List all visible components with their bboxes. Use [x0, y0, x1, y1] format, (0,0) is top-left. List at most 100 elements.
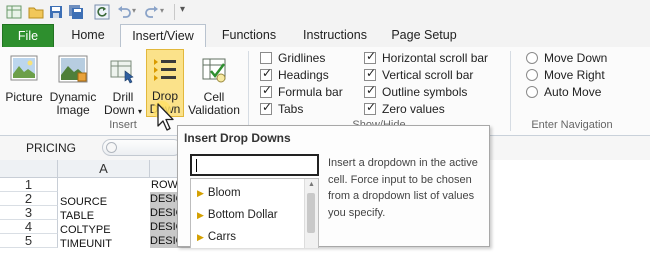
move-down-label: Move Down	[544, 51, 608, 65]
picture-icon	[10, 55, 38, 81]
mouse-cursor-icon	[153, 101, 174, 131]
dynamic-image-label-2: Image	[56, 103, 90, 117]
tab-page-setup[interactable]: Page Setup	[384, 24, 464, 47]
headings-checkbox[interactable]: ✓	[260, 66, 273, 81]
checkmark-icon: ✓	[262, 83, 273, 97]
row-header[interactable]: 3	[0, 206, 58, 220]
cell-a3[interactable]: TABLE	[60, 209, 148, 223]
ribbon-panel: Picture Dynamic Image Drill Down ▾ Drop …	[0, 47, 650, 136]
list-item[interactable]: ▶ Carrs	[197, 227, 236, 247]
row-header[interactable]: 5	[0, 234, 58, 248]
checkmark-icon: ✓	[262, 66, 273, 80]
checkmark-icon: ✓	[366, 83, 377, 97]
tabs-checkbox[interactable]: ✓	[260, 100, 273, 115]
column-header-a[interactable]: A	[58, 160, 150, 178]
cell-a2[interactable]: SOURCE	[60, 195, 148, 209]
tabs-label: Tabs	[278, 102, 304, 116]
chevron-down-icon: ▾	[138, 107, 143, 116]
drill-down-label-2: Down ▾	[103, 103, 143, 117]
cell-a4[interactable]: COLTYPE	[60, 223, 148, 237]
tooltip-title: Insert Drop Downs	[184, 131, 291, 145]
undo-icon[interactable]	[116, 4, 132, 20]
checkmark-icon: ✓	[262, 100, 273, 114]
drill-down-button[interactable]: Drill Down ▾	[102, 51, 144, 119]
insert-drop-downs-tooltip: Insert Drop Downs ▶ Bloom ▶ Bottom Dollar …	[177, 125, 490, 248]
save-icon[interactable]	[48, 4, 64, 20]
auto-move-label: Auto Move	[544, 85, 602, 99]
vertical-scroll-bar-label: Vertical scroll bar	[382, 68, 474, 82]
move-down-radio[interactable]	[526, 52, 538, 64]
open-folder-icon[interactable]	[28, 4, 44, 20]
undo-dropdown-icon[interactable]: ▾	[132, 6, 136, 15]
cell-validation-label-2: Validation	[188, 103, 240, 117]
dropdown-options-list[interactable]: ▶ Bloom ▶ Bottom Dollar ▶ Carrs ▲	[190, 178, 319, 248]
dynamic-image-icon	[58, 55, 88, 83]
arrow-right-icon: ▶	[197, 233, 204, 243]
gridlines-checkbox[interactable]	[260, 52, 272, 64]
list-item-label: Carrs	[207, 231, 237, 243]
customize-toolbar-icon[interactable]: ▾	[180, 4, 185, 15]
save-all-icon[interactable]	[68, 4, 84, 20]
redo-dropdown-icon[interactable]: ▾	[160, 6, 164, 15]
checkmark-icon: ✓	[366, 100, 377, 114]
zero-values-checkbox[interactable]: ✓	[364, 100, 377, 115]
scroll-up-icon[interactable]: ▲	[308, 181, 315, 188]
gridlines-label: Gridlines	[278, 51, 326, 65]
scrollbar-thumb[interactable]	[307, 193, 315, 233]
enter-navigation-group-label: Enter Navigation	[531, 119, 613, 131]
cell-validation-icon	[202, 58, 226, 83]
cell-a5[interactable]: TIMEUNIT	[60, 237, 148, 251]
outline-symbols-label: Outline symbols	[382, 85, 468, 99]
name-box[interactable]: PRICING	[26, 141, 76, 155]
horizontal-scroll-bar-label: Horizontal scroll bar	[382, 51, 489, 65]
vertical-scroll-bar-checkbox[interactable]: ✓	[364, 66, 377, 81]
group-divider	[248, 51, 249, 131]
row-header[interactable]: 2	[0, 192, 58, 206]
row-header[interactable]: 1	[0, 178, 58, 192]
cell-validation-button[interactable]: Cell Validation	[186, 51, 242, 119]
move-right-radio[interactable]	[526, 69, 538, 81]
checkmark-icon: ✓	[366, 66, 377, 80]
zero-values-label: Zero values	[382, 102, 445, 116]
tab-instructions[interactable]: Instructions	[294, 24, 376, 47]
arrow-right-icon: ▶	[197, 189, 204, 199]
refresh-icon[interactable]	[94, 4, 110, 20]
checkmark-icon: ✓	[366, 49, 377, 63]
text-caret	[196, 159, 197, 172]
tab-home[interactable]: Home	[62, 24, 114, 47]
excel-app-icon[interactable]	[6, 4, 22, 20]
formula-bar-checkbox[interactable]: ✓	[260, 83, 273, 98]
formula-bar-label: Formula bar	[278, 85, 343, 99]
tooltip-description: Insert a dropdown in the active cell. Fo…	[328, 157, 478, 219]
arrow-right-icon: ▶	[197, 211, 204, 221]
outline-symbols-checkbox[interactable]: ✓	[364, 83, 377, 98]
tab-functions[interactable]: Functions	[214, 24, 284, 47]
toolbar-divider	[174, 4, 175, 20]
dropdown-search-input[interactable]	[190, 154, 319, 176]
horizontal-scroll-bar-checkbox[interactable]: ✓	[364, 49, 377, 64]
redo-icon[interactable]	[144, 4, 160, 20]
drill-down-icon	[110, 60, 134, 84]
list-scrollbar[interactable]: ▲	[304, 179, 318, 248]
row-header[interactable]: 4	[0, 220, 58, 234]
drop-down-list-icon	[154, 59, 176, 81]
cell-a1[interactable]	[60, 178, 148, 192]
select-all-corner[interactable]	[0, 160, 58, 178]
list-item-label: Bloom	[207, 187, 241, 199]
splitter-handle-icon[interactable]	[106, 142, 117, 153]
group-divider	[510, 51, 511, 131]
picture-button[interactable]: Picture	[2, 51, 46, 119]
picture-label: Picture	[5, 90, 43, 104]
list-item[interactable]: ▶ Bloom	[197, 183, 241, 203]
tab-insert-view[interactable]: Insert/View	[120, 24, 206, 48]
tab-file[interactable]: File	[2, 24, 54, 47]
name-box-splitter[interactable]	[102, 139, 182, 156]
dynamic-image-button[interactable]: Dynamic Image	[48, 51, 98, 119]
auto-move-radio[interactable]	[526, 86, 538, 98]
ribbon-tabs: File Home Insert/View Functions Instruct…	[0, 24, 650, 48]
list-item-label: Bottom Dollar	[207, 209, 278, 221]
move-right-label: Move Right	[544, 68, 605, 82]
headings-label: Headings	[278, 68, 329, 82]
quick-access-toolbar: ▾ ▾ ▾	[0, 0, 650, 25]
list-item[interactable]: ▶ Bottom Dollar	[197, 205, 278, 225]
